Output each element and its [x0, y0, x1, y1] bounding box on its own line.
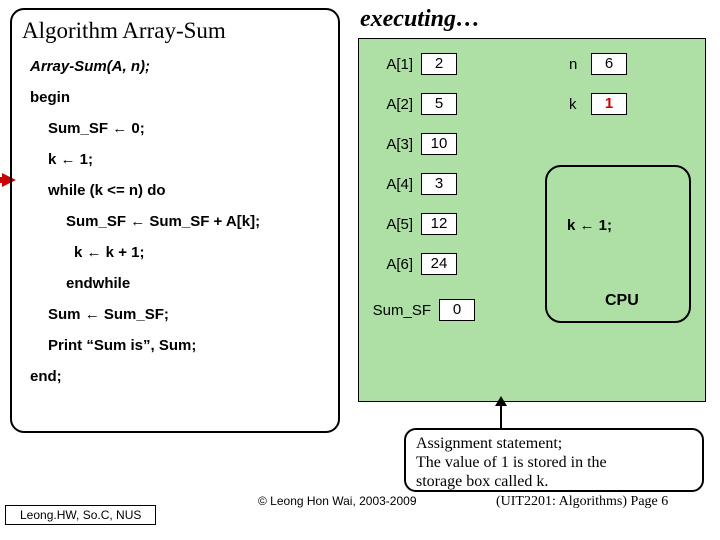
- note-line2: The value of 1 is stored in the: [416, 453, 692, 472]
- algo-begin: begin: [30, 89, 330, 106]
- mem-value: 10: [421, 133, 457, 155]
- mem-label: A[4]: [371, 176, 413, 193]
- algo-sumsf0: Sum_SF ← 0;: [48, 120, 330, 137]
- mem-n-label: n: [569, 56, 583, 73]
- mem-row-a4: A[4] 3: [371, 173, 457, 195]
- mem-label: A[6]: [371, 256, 413, 273]
- mem-label: A[3]: [371, 136, 413, 153]
- mem-sumsf-label: Sum_SF: [367, 302, 431, 319]
- copyright-text: © Leong Hon Wai, 2003-2009: [258, 494, 417, 508]
- algo-body2: k ← k + 1;: [74, 244, 330, 261]
- mem-row-sumsf: Sum_SF 0: [367, 299, 475, 321]
- algorithm-title: Algorithm Array-Sum: [22, 18, 330, 44]
- mem-value: 12: [421, 213, 457, 235]
- mem-row-a1: A[1] 2: [371, 53, 457, 75]
- page-info: (UIT2201: Algorithms) Page 6: [496, 494, 668, 510]
- mem-n-value: 6: [591, 53, 627, 75]
- footer-author: Leong.HW, So.C, NUS: [5, 505, 156, 525]
- mem-row-a5: A[5] 12: [371, 213, 457, 235]
- mem-k-value: 1: [591, 93, 627, 115]
- mem-row-n: n 6: [569, 53, 627, 75]
- note-arrow-icon: [500, 398, 502, 428]
- algo-k1: k ← 1;: [48, 151, 330, 168]
- cpu-label: CPU: [605, 292, 639, 310]
- mem-row-a3: A[3] 10: [371, 133, 457, 155]
- mem-value: 5: [421, 93, 457, 115]
- mem-label: A[1]: [371, 56, 413, 73]
- mem-k-label: k: [569, 96, 583, 113]
- note-box: Assignment statement; The value of 1 is …: [404, 428, 704, 492]
- algo-body1: Sum_SF ← Sum_SF + A[k];: [66, 213, 330, 230]
- algo-sum: Sum ← Sum_SF;: [48, 306, 330, 323]
- mem-row-a2: A[2] 5: [371, 93, 457, 115]
- algo-while: while (k <= n) do: [48, 182, 330, 199]
- mem-row-a6: A[6] 24: [371, 253, 457, 275]
- mem-label: A[2]: [371, 96, 413, 113]
- note-line1: Assignment statement;: [416, 434, 692, 453]
- algo-call-text: Array-Sum(A, n);: [30, 58, 150, 75]
- algorithm-panel: Algorithm Array-Sum Array-Sum(A, n); beg…: [10, 8, 340, 433]
- algo-print: Print “Sum is”, Sum;: [48, 337, 330, 354]
- mem-label: A[5]: [371, 216, 413, 233]
- mem-value: 2: [421, 53, 457, 75]
- cpu-panel: k ← 1; CPU: [545, 165, 691, 323]
- note-line3: storage box called k.: [416, 472, 692, 491]
- mem-row-k: k 1: [569, 93, 627, 115]
- mem-value: 24: [421, 253, 457, 275]
- algo-call: Array-Sum(A, n);: [30, 58, 330, 75]
- executing-label: executing…: [360, 6, 480, 33]
- cpu-statement: k ← 1;: [567, 217, 612, 234]
- mem-value: 3: [421, 173, 457, 195]
- algo-endwhile: endwhile: [66, 275, 330, 292]
- algo-end: end;: [30, 368, 330, 385]
- mem-sumsf-value: 0: [439, 299, 475, 321]
